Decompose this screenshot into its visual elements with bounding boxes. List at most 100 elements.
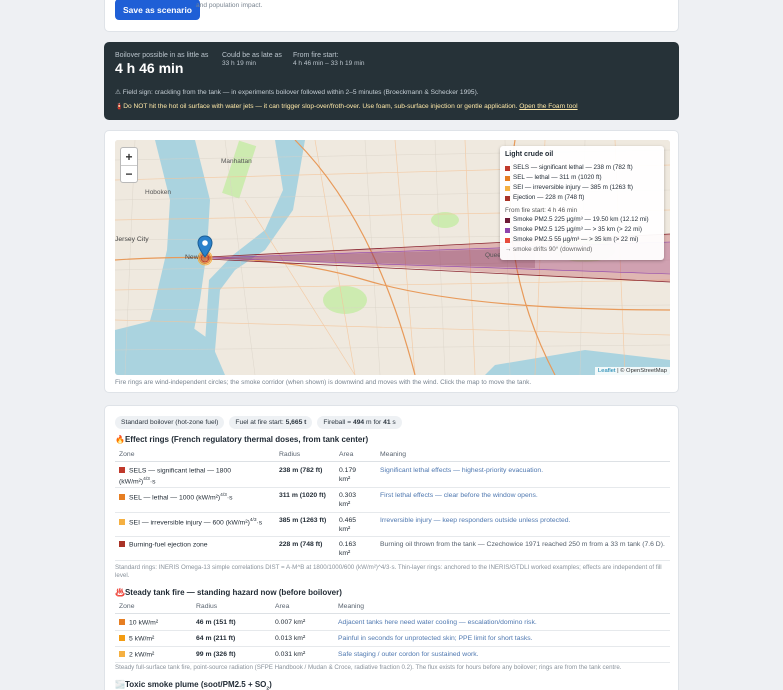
boilover-timing-card: Boilover possible in as little as 4 h 46…	[104, 42, 679, 120]
boilover-earliest: Boilover possible in as little as 4 h 46…	[115, 52, 208, 76]
zone-label: 10 kW/m²	[129, 619, 159, 627]
boilover-latest: Could be as late as 33 h 19 min	[222, 52, 282, 67]
legend-swatch	[505, 237, 510, 243]
radius-cell: 64 m (211 ft)	[196, 635, 236, 642]
zone-exponent: 4/3	[220, 493, 227, 498]
zone-swatch	[119, 518, 125, 525]
save-note: Persists the dose rings + ejection zone …	[196, 1, 263, 9]
legend-swatch	[505, 227, 510, 233]
zone-label: SEL — lethal — 1000 (kW/m²)	[129, 494, 221, 502]
col-zone: Zone	[119, 451, 135, 458]
radius-cell: 385 m (1263 ft)	[279, 517, 327, 524]
table-row: 2 kW/m² 99 m (326 ft) 0.031 km² Safe sta…	[115, 647, 670, 663]
table-row: 10 kW/m² 46 m (151 ft) 0.007 km² Adjacen…	[115, 615, 670, 631]
smoke-title-end: )	[269, 680, 272, 689]
zone-cell: SEL — lethal — 1000 (kW/m²)4/3·s	[119, 492, 269, 503]
zone-unit: ·s	[226, 494, 233, 502]
stat-label: Boilover possible in as little as	[115, 52, 209, 59]
legend-label: SEI — irreversible injury — 385 m (1263 …	[513, 184, 634, 191]
effect-rings-title: 🔥Effect rings (French regulatory thermal…	[115, 435, 369, 444]
col-radius: Radius	[279, 451, 301, 458]
radius-cell: 311 m (1020 ft)	[279, 492, 326, 499]
col-radius: Radius	[196, 603, 218, 610]
table-row: SEI — irreversible injury — 600 (kW/m²)4…	[115, 513, 670, 537]
zone-exponent: 4/3	[249, 518, 257, 523]
table-row: SEL — lethal — 1000 (kW/m²)4/3·s 311 m (…	[115, 488, 670, 513]
col-area: Area	[275, 603, 290, 610]
zone-label: 2 kW/m²	[129, 651, 155, 659]
chip-fireball: Fireball = 494 m for 41 s	[317, 416, 402, 429]
boilover-window: From fire start: 4 h 46 min – 33 h 19 mi…	[293, 52, 365, 67]
chip-label: Fireball =	[323, 419, 353, 426]
field-sign-note: ⚠ Field sign: crackling from the tank — …	[115, 89, 479, 96]
table-row: Burning-fuel ejection zone 228 m (748 ft…	[115, 537, 670, 561]
zone-cell: SEI — irreversible injury — 600 (kW/m²)4…	[119, 517, 279, 528]
legend-row-sei: SEI — irreversible injury — 385 m (1263 …	[505, 183, 659, 193]
meaning-cell: Irreversible injury — keep responders ou…	[380, 517, 571, 524]
chip-boilover-type: Standard boilover (hot-zone fuel)	[115, 416, 225, 429]
legend-label: Smoke PM2.5 55 µg/m³ — > 35 km (> 22 mi)	[513, 236, 639, 243]
area-cell: 0.303 km²	[339, 492, 357, 508]
zoom-out-button[interactable]: −	[121, 165, 137, 182]
stat-label: From fire start:	[293, 52, 339, 59]
area-cell: 0.031 km²	[275, 651, 306, 658]
zone-label: SELS — significant lethal — 1800 (kW/m²)	[119, 467, 232, 486]
stat-value: 4 h 46 min	[115, 60, 184, 76]
radius-cell: 228 m (748 ft)	[279, 541, 323, 548]
save-as-scenario-button[interactable]: Save as scenario	[115, 0, 200, 20]
save-scenario-card: Save as scenario Persists the dose rings…	[104, 0, 679, 32]
zone-swatch	[119, 635, 125, 641]
map[interactable]: Manhattan Hoboken Jersey City New Quee +…	[115, 140, 670, 375]
zone-swatch	[119, 651, 125, 657]
legend-row-sels: SELS — significant lethal — 238 m (782 f…	[505, 163, 659, 173]
zone-cell: 5 kW/m²	[119, 635, 154, 644]
radius-cell: 46 m (151 ft)	[196, 619, 236, 626]
col-zone: Zone	[119, 603, 135, 610]
radius-cell: 99 m (326 ft)	[196, 651, 236, 658]
effect-table-header: Zone Radius Area Meaning	[115, 451, 670, 462]
zone-unit: ·s	[149, 478, 156, 486]
legend-row-ejection: Ejection — 228 m (748 ft)	[505, 193, 659, 203]
stat-value: 33 h 19 min	[222, 60, 256, 67]
smoke-plume-title: 🌫️Toxic smoke plume (soot/PM2.5 + SO2)	[115, 680, 272, 690]
area-cell: 0.013 km²	[275, 635, 306, 642]
water-jet-warning: 🧯Do NOT hit the hot oil surface with wat…	[115, 102, 578, 110]
meaning-cell: First lethal effects — clear before the …	[380, 492, 538, 499]
steady-fire-note: Steady full-surface tank fire, point-sou…	[115, 664, 622, 671]
legend-swatch	[505, 175, 510, 181]
open-foam-tool-link[interactable]: Open the Foam tool	[519, 103, 577, 110]
zoom-control: + −	[120, 147, 138, 183]
legend-swatch	[505, 217, 510, 223]
zone-cell: Burning-fuel ejection zone	[119, 541, 269, 550]
radius-cell: 238 m (782 ft)	[279, 467, 323, 474]
meaning-cell: Burning oil thrown from the tank — Czech…	[380, 541, 665, 548]
warning-text: 🧯Do NOT hit the hot oil surface with wat…	[115, 103, 518, 110]
col-meaning: Meaning	[338, 603, 365, 610]
legend-row-smoke-125: Smoke PM2.5 125 µg/m³ — > 35 km (> 22 mi…	[505, 225, 659, 235]
legend-label: Smoke PM2.5 225 µg/m³ — 19.50 km (12.12 …	[513, 216, 649, 223]
legend-drift: → smoke drifts 90° (downwind)	[505, 246, 593, 253]
col-meaning: Meaning	[380, 451, 407, 458]
zone-unit: ·s	[256, 519, 263, 527]
zoom-in-button[interactable]: +	[121, 148, 137, 165]
place-label-jersey-city: Jersey City	[115, 236, 149, 243]
table-row: SELS — significant lethal — 1800 (kW/m²)…	[115, 463, 670, 488]
legend-label: Ejection — 228 m (748 ft)	[513, 194, 585, 201]
legend-smoke-title: From fire start: 4 h 46 min	[505, 207, 578, 214]
steady-fire-title: ♨️Steady tank fire — standing hazard now…	[115, 588, 342, 597]
place-label-queens: Quee	[485, 252, 501, 259]
zone-swatch	[119, 493, 125, 500]
place-label-manhattan: Manhattan	[221, 158, 252, 165]
osm-attribution: | © OpenStreetMap	[615, 368, 667, 374]
leaflet-link[interactable]: Leaflet	[598, 368, 615, 374]
legend-row-sel: SEL — lethal — 311 m (1020 ft)	[505, 173, 659, 183]
tank-marker-icon[interactable]	[197, 235, 213, 259]
col-area: Area	[339, 451, 354, 458]
zone-label: Burning-fuel ejection zone	[129, 541, 208, 549]
area-cell: 0.163 km²	[339, 541, 357, 557]
meaning-cell: Significant lethal effects — highest-pri…	[380, 467, 544, 474]
legend-label: SEL — lethal — 311 m (1020 ft)	[513, 174, 602, 181]
area-cell: 0.007 km²	[275, 619, 306, 626]
zone-swatch	[119, 541, 125, 547]
place-label-hoboken: Hoboken	[145, 189, 172, 196]
